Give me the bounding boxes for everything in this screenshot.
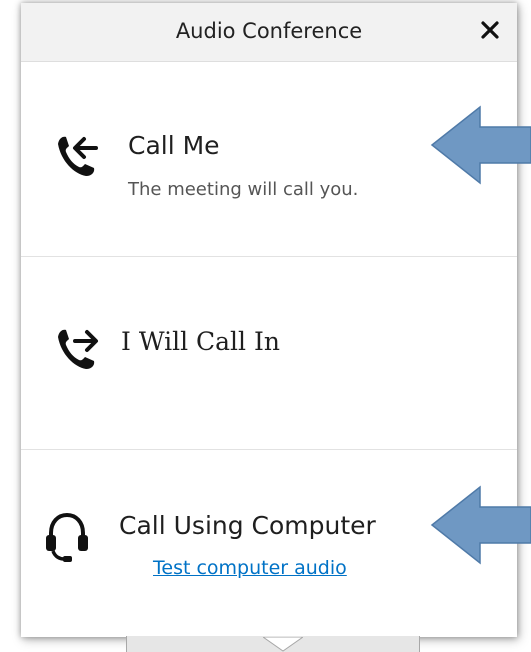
dialog-title: Audio Conference bbox=[175, 19, 363, 43]
close-icon[interactable] bbox=[475, 15, 505, 45]
call-in-option[interactable]: I Will Call In bbox=[21, 256, 517, 449]
screenshot-stage: Audio Conference Call Me The meeting wil… bbox=[0, 0, 531, 652]
test-computer-audio-link[interactable]: Test computer audio bbox=[153, 557, 347, 579]
phone-outgoing-icon bbox=[58, 329, 98, 369]
call-in-title: I Will Call In bbox=[121, 327, 280, 356]
phone-incoming-icon bbox=[58, 136, 98, 176]
call-using-computer-title: Call Using Computer bbox=[119, 511, 376, 540]
call-me-title: Call Me bbox=[128, 131, 220, 160]
callout-arrow-icon bbox=[430, 485, 531, 565]
dialog-titlebar: Audio Conference bbox=[21, 3, 517, 62]
call-me-subtitle: The meeting will call you. bbox=[128, 179, 359, 200]
dialog-pointer-notch bbox=[263, 637, 303, 652]
callout-arrow-icon bbox=[430, 105, 531, 185]
headset-icon bbox=[46, 512, 88, 562]
